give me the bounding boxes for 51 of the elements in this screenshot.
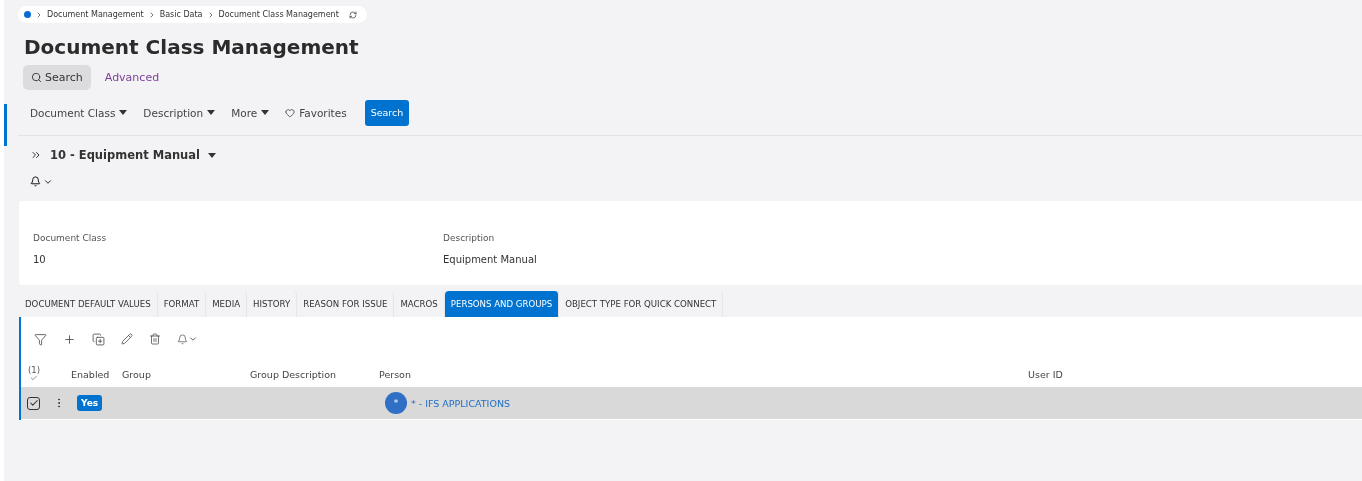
- heart-icon: [285, 107, 296, 118]
- table-row[interactable]: Yes * * - IFS APPLICATIONS: [21, 387, 1362, 419]
- active-indicator: [4, 104, 7, 146]
- add-icon[interactable]: [63, 332, 76, 346]
- notification-button[interactable]: [177, 333, 198, 345]
- check-icon: [30, 374, 38, 383]
- caret-icon: [261, 110, 270, 115]
- breadcrumb-link[interactable]: Document Management: [47, 10, 144, 19]
- filter-dropdown[interactable]: Description: [143, 106, 216, 119]
- notification-button[interactable]: [30, 176, 53, 187]
- person-avatar: *: [385, 392, 407, 414]
- column-header[interactable]: Enabled: [71, 368, 122, 380]
- row-checkbox[interactable]: [27, 396, 40, 410]
- filter-icon[interactable]: [34, 332, 47, 346]
- chevron-right-icon: [35, 10, 43, 19]
- person-link[interactable]: * - IFS APPLICATIONS: [411, 397, 511, 409]
- filter-dropdown[interactable]: Favorites: [285, 106, 347, 119]
- breadcrumb-link[interactable]: Document Class Management: [218, 10, 339, 19]
- tab[interactable]: PERSONS AND GROUPS: [444, 291, 560, 317]
- search-button[interactable]: Search: [364, 99, 410, 126]
- filter-dropdown[interactable]: More: [231, 106, 270, 119]
- caret-icon: [208, 152, 216, 158]
- search-mode-tab[interactable]: Search: [23, 65, 91, 90]
- home-icon[interactable]: [24, 11, 31, 18]
- column-header[interactable]: User ID: [1028, 368, 1362, 380]
- field-value: Equipment Manual: [443, 254, 538, 265]
- bell-icon: [177, 333, 188, 345]
- bell-icon: [30, 176, 41, 187]
- delete-icon[interactable]: [149, 333, 161, 345]
- column-header[interactable]: Group: [122, 368, 250, 380]
- caret-icon: [119, 110, 128, 115]
- search-mode-tab[interactable]: Advanced: [96, 65, 168, 90]
- record-selector[interactable]: 10 - Equipment Manual: [30, 148, 1362, 162]
- double-chevron-icon: [30, 149, 42, 161]
- page-title: Document Class Management: [24, 35, 360, 59]
- column-header[interactable]: Person: [379, 368, 1028, 380]
- column-header[interactable]: Group Description: [250, 368, 379, 380]
- caret-icon: [207, 110, 216, 115]
- filter-dropdown[interactable]: Document Class: [30, 106, 128, 119]
- breadcrumb-link[interactable]: Basic Data: [159, 10, 203, 19]
- search-icon: [31, 72, 42, 83]
- selection-count[interactable]: (1): [23, 365, 45, 383]
- field-value: 10: [33, 254, 47, 265]
- status-badge: Yes: [77, 395, 103, 411]
- field-label: Document Class: [33, 233, 108, 243]
- check-icon: [28, 398, 39, 408]
- duplicate-icon[interactable]: [92, 332, 105, 346]
- field-label: Description: [443, 233, 496, 243]
- edit-icon[interactable]: [121, 333, 133, 345]
- chevron-down-icon: [188, 334, 198, 344]
- refresh-icon[interactable]: [348, 10, 357, 19]
